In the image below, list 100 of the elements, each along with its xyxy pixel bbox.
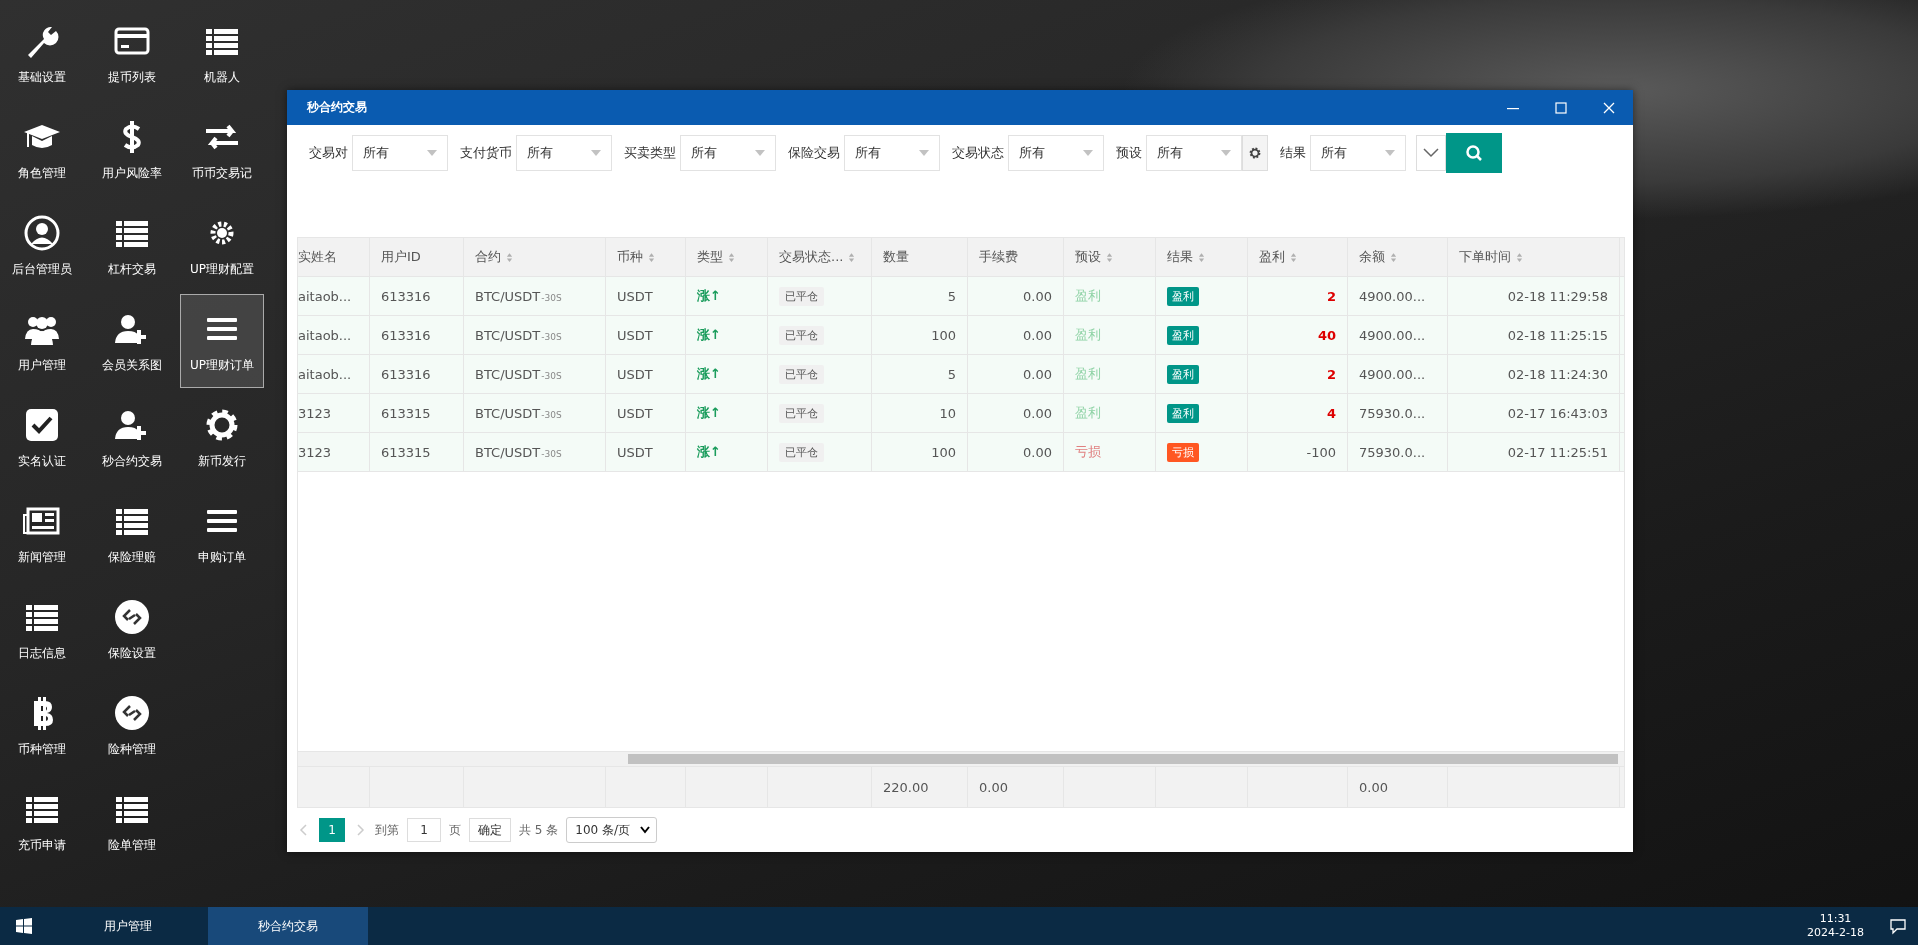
sort-icon[interactable] — [1390, 251, 1397, 263]
desktop-shortcut[interactable]: 保险理赔 — [90, 486, 174, 580]
confirm-button[interactable]: 确定 — [469, 818, 511, 842]
table-cell: 3123 — [298, 433, 370, 471]
desktop-shortcut[interactable]: 新币发行 — [180, 390, 264, 484]
goto-label: 到第 — [375, 821, 399, 839]
direction-text: 涨↑ — [697, 326, 721, 344]
search-button[interactable] — [1446, 133, 1502, 173]
filter-dropdown[interactable]: 所有 — [1310, 135, 1406, 171]
direction-text: 涨↑ — [697, 365, 721, 383]
result-tag: 盈利 — [1167, 286, 1199, 306]
horizontal-scrollbar[interactable] — [298, 751, 1624, 766]
table-cell: 0.00 — [968, 316, 1064, 354]
table-cell: 613315 — [370, 394, 464, 432]
start-icon[interactable] — [16, 918, 32, 934]
status-tag: 已平仓 — [779, 325, 824, 345]
contract-text: BTC/USDT-30S — [475, 366, 562, 382]
desktop-shortcut[interactable]: 实名认证 — [0, 390, 84, 484]
column-header: 用户ID — [381, 248, 421, 266]
desktop-shortcut[interactable]: 秒合约交易 — [90, 390, 174, 484]
sort-icon[interactable] — [1516, 251, 1523, 263]
page-input[interactable]: 1 — [407, 818, 441, 842]
column-header: 数量 — [883, 248, 909, 266]
desktop-shortcut[interactable]: 日志信息 — [0, 582, 84, 676]
desktop-shortcut[interactable]: 机器人 — [180, 6, 264, 100]
contract-text: BTC/USDT-30S — [475, 327, 562, 343]
desktop-shortcut[interactable]: UP理财订单 — [180, 294, 264, 388]
table-cell: 02-17 16:43:03 — [1448, 394, 1620, 432]
column-header: 交易状态... — [779, 248, 844, 266]
settings-button[interactable] — [1242, 135, 1268, 171]
desktop-shortcut[interactable]: 后台管理员 — [0, 198, 84, 292]
filter-dropdown[interactable]: 所有 — [680, 135, 776, 171]
desktop-shortcut[interactable]: 充币申请 — [0, 774, 84, 868]
desktop-shortcut[interactable]: 用户管理 — [0, 294, 84, 388]
filter-dropdown[interactable]: 所有 — [1146, 135, 1242, 171]
filter-dropdown[interactable]: 所有 — [844, 135, 940, 171]
sort-icon[interactable] — [506, 251, 513, 263]
filter-label: 支付货币 — [460, 144, 512, 162]
total-value: 0.00 — [1359, 779, 1388, 795]
result-tag: 盈利 — [1167, 325, 1199, 345]
sort-icon[interactable] — [648, 251, 655, 263]
sort-icon[interactable] — [1198, 251, 1205, 263]
filter-dropdown[interactable]: 所有 — [516, 135, 612, 171]
filter-label: 交易对 — [309, 144, 348, 162]
profit-value: 4 — [1326, 405, 1336, 421]
caret-icon — [1385, 150, 1395, 156]
desktop-shortcut[interactable]: 币币交易记 — [180, 102, 264, 196]
table-cell: 5 — [872, 277, 968, 315]
desktop-shortcut[interactable]: 保险设置 — [90, 582, 174, 676]
column-header: 合约 — [475, 248, 501, 266]
page-size-dropdown[interactable]: 100 条/页 — [566, 817, 658, 843]
table-cell: 0.00 — [968, 355, 1064, 393]
maximize-icon[interactable] — [1555, 101, 1567, 114]
desktop-shortcut[interactable]: 基础设置 — [0, 6, 84, 100]
taskbar-item[interactable]: 用户管理 — [48, 907, 208, 945]
desktop-shortcut[interactable]: 提币列表 — [90, 6, 174, 100]
preset-text: 盈利 — [1075, 404, 1101, 422]
desktop-shortcut[interactable]: 用户风险率 — [90, 102, 174, 196]
filter-dropdown[interactable]: 所有 — [1008, 135, 1104, 171]
desktop-shortcut[interactable]: 险种管理 — [90, 678, 174, 772]
chat-bubble-icon[interactable] — [1889, 917, 1907, 935]
page-unit: 页 — [449, 821, 461, 839]
desktop-shortcut[interactable]: 角色管理 — [0, 102, 84, 196]
caret-icon — [427, 150, 437, 156]
table-cell: aitaob... — [298, 316, 370, 354]
contract-text: BTC/USDT-30S — [475, 444, 562, 460]
sort-icon[interactable] — [728, 251, 735, 263]
desktop-shortcut[interactable]: 险单管理 — [90, 774, 174, 868]
result-tag: 盈利 — [1167, 403, 1199, 423]
total-count: 共 5 条 — [519, 821, 559, 839]
desktop-shortcut[interactable]: UP理财配置 — [180, 198, 264, 292]
preset-text: 亏损 — [1075, 443, 1101, 461]
close-icon[interactable] — [1603, 101, 1615, 114]
filter-label: 保险交易 — [788, 144, 840, 162]
desktop-shortcut[interactable]: 杠杆交易 — [90, 198, 174, 292]
filter-label: 买卖类型 — [624, 144, 676, 162]
desktop-shortcut[interactable]: 新闻管理 — [0, 486, 84, 580]
sort-icon[interactable] — [1106, 251, 1113, 263]
page-button[interactable]: 1 — [319, 818, 345, 842]
profit-value: -100 — [1306, 444, 1336, 460]
sort-icon[interactable] — [848, 251, 856, 263]
column-header: 预设 — [1075, 248, 1101, 266]
table-cell: 0.00 — [968, 277, 1064, 315]
contract-text: BTC/USDT-30S — [475, 405, 562, 421]
table-cell: 02-17 11:25:51 — [1448, 433, 1620, 471]
sort-icon[interactable] — [1290, 251, 1297, 263]
table-cell: 613316 — [370, 355, 464, 393]
expand-button[interactable] — [1416, 135, 1446, 171]
column-header: 盈利 — [1259, 248, 1285, 266]
table-cell: 613316 — [370, 316, 464, 354]
taskbar-item[interactable]: 秒合约交易 — [208, 907, 368, 945]
column-header: 结果 — [1167, 248, 1193, 266]
table-cell: 4900.00... — [1348, 277, 1448, 315]
desktop-shortcut[interactable]: 申购订单 — [180, 486, 264, 580]
column-header: 余额 — [1359, 248, 1385, 266]
desktop-shortcut[interactable]: 会员关系图 — [90, 294, 174, 388]
filter-dropdown[interactable]: 所有 — [352, 135, 448, 171]
desktop-shortcut[interactable]: 币种管理 — [0, 678, 84, 772]
direction-text: 涨↑ — [697, 404, 721, 422]
table-cell: USDT — [606, 277, 686, 315]
